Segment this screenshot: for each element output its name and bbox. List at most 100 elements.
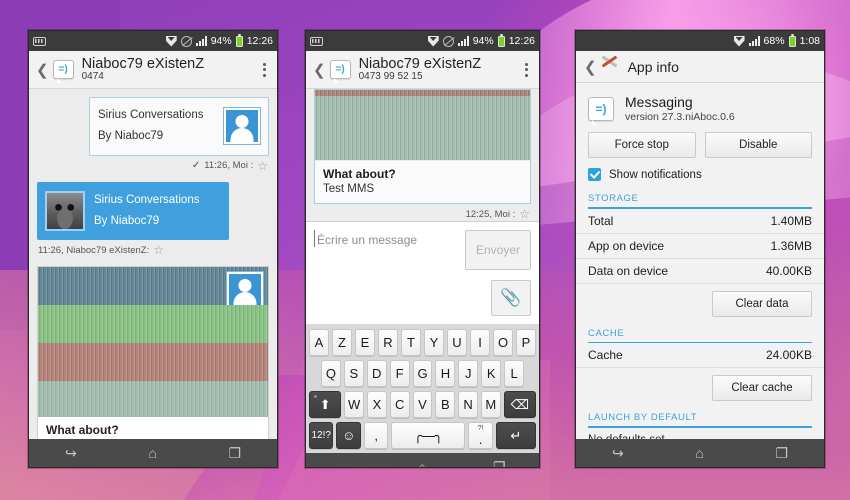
key-g[interactable]: G	[412, 360, 433, 387]
message-thread[interactable]: Sirius Conversations By Niaboc79 ✓ 11:26…	[29, 89, 277, 439]
key-e[interactable]: E	[355, 329, 375, 356]
app-bar: ❮ =) Niaboc79 eXistenZ 0474	[29, 51, 277, 89]
mms-text-card[interactable]: What about? Test MMS	[314, 161, 531, 204]
key-y[interactable]: Y	[424, 329, 444, 356]
show-notifications-row[interactable]: Show notifications	[576, 168, 824, 191]
message-input[interactable]: Écrire un message	[314, 230, 458, 247]
mms-image	[38, 267, 268, 418]
on-screen-keyboard[interactable]: A Z E R T Y U I O P Q S D F G H J K L ⬆	[306, 324, 539, 453]
nav-home-icon[interactable]: ⌂	[695, 445, 703, 461]
nav-recents-icon[interactable]: ❐	[776, 445, 789, 462]
bubble-line-2: By Niaboc79	[98, 130, 164, 143]
page-title: App info	[627, 58, 679, 75]
conversation-number: 0474	[81, 71, 104, 82]
key-a[interactable]: A	[309, 329, 329, 356]
mms-image-card[interactable]: What about?	[37, 266, 269, 439]
app-action-buttons: Force stop Disable	[576, 132, 824, 168]
emoji-icon[interactable]: ☺	[336, 422, 361, 449]
key-i[interactable]: I	[470, 329, 490, 356]
message-composer: Écrire un message Envoyer	[306, 221, 539, 276]
force-stop-button[interactable]: Force stop	[588, 132, 696, 158]
app-header: =) Messaging version 27.3.niAboc.0.6	[576, 83, 824, 132]
app-version: version 27.3.niAboc.0.6	[625, 111, 735, 123]
key-c[interactable]: C	[389, 391, 410, 418]
nav-hide-keyboard-icon[interactable]: ⌄	[339, 459, 351, 468]
overflow-menu-icon[interactable]	[259, 61, 270, 79]
row-label: Cache	[588, 348, 623, 362]
message-timestamp: 12:25, Moi :	[465, 208, 516, 220]
key-f[interactable]: F	[389, 360, 410, 387]
nav-home-icon[interactable]: ⌂	[418, 459, 426, 467]
show-notifications-checkbox[interactable]	[588, 168, 601, 181]
period-label: .	[478, 431, 483, 447]
message-meta: 12:25, Moi : ☆	[306, 204, 539, 221]
mms-title: What about?	[323, 167, 396, 181]
mms-image	[314, 89, 531, 161]
key-k[interactable]: K	[481, 360, 502, 387]
nav-recents-icon[interactable]: ❐	[229, 445, 242, 462]
favorite-star-icon[interactable]: ☆	[153, 243, 164, 257]
nav-home-icon[interactable]: ⌂	[148, 445, 156, 461]
clear-data-button[interactable]: Clear data	[712, 290, 812, 317]
shift-glyph: ⬆	[319, 396, 331, 412]
key-x[interactable]: X	[367, 391, 387, 418]
back-chevron-icon[interactable]: ❮	[584, 58, 597, 76]
row-value: 40.00KB	[765, 263, 812, 278]
key-q[interactable]: Q	[321, 360, 341, 387]
key-d[interactable]: D	[366, 360, 387, 387]
shift-up-icon[interactable]: ⬆	[309, 391, 342, 418]
key-o[interactable]: O	[493, 329, 513, 356]
key-m[interactable]: M	[480, 391, 501, 418]
back-chevron-icon[interactable]: ❮	[36, 61, 49, 79]
nav-back-icon[interactable]: ↩	[65, 445, 77, 462]
key-s[interactable]: S	[343, 360, 364, 387]
key-u[interactable]: U	[447, 329, 467, 356]
overflow-menu-icon[interactable]	[521, 61, 532, 79]
key-comma[interactable]: ,	[363, 422, 389, 449]
key-p[interactable]: P	[516, 329, 536, 356]
conversation-number: 0473 99 52 15	[358, 71, 423, 82]
message-thread[interactable]: What about? Test MMS 12:25, Moi : ☆	[306, 89, 539, 221]
conversation-title: Niaboc79 eXistenZ	[81, 56, 205, 72]
app-info-content[interactable]: =) Messaging version 27.3.niAboc.0.6 For…	[576, 83, 824, 439]
symbols-key[interactable]: 12!?	[309, 422, 334, 449]
favorite-star-icon[interactable]: ☆	[519, 207, 530, 221]
enter-key-icon[interactable]: ↵	[495, 422, 536, 449]
key-t[interactable]: T	[401, 329, 421, 356]
image-band-teal	[315, 96, 530, 160]
nav-recents-icon[interactable]: ❐	[493, 459, 506, 468]
back-chevron-icon[interactable]: ❮	[313, 61, 326, 79]
key-v[interactable]: V	[412, 391, 433, 418]
row-value: 24.00KB	[765, 348, 812, 362]
phone-screenshot-conversation: 94% 12:26 ❮ =) Niaboc79 eXistenZ 0474 Si…	[28, 30, 278, 468]
clear-cache-button[interactable]: Clear cache	[712, 375, 812, 401]
navigation-bar: ⌄ ⌂ ❐	[306, 453, 539, 468]
message-bubble-incoming[interactable]: Sirius Conversations By Niaboc79	[37, 181, 229, 241]
app-bar: ❮ =) Niaboc79 eXistenZ 0473 99 52 15	[306, 51, 539, 89]
key-r[interactable]: R	[378, 329, 398, 356]
space-bar-icon[interactable]: ╭⎯⎯╮	[391, 422, 466, 449]
key-w[interactable]: W	[344, 391, 365, 418]
key-n[interactable]: N	[458, 391, 478, 418]
key-l[interactable]: L	[504, 360, 525, 387]
status-bar: 94% 12:26	[29, 31, 277, 51]
signal-bars-icon	[748, 36, 760, 46]
message-bubble-outgoing[interactable]: Sirius Conversations By Niaboc79	[89, 97, 269, 156]
key-z[interactable]: Z	[332, 329, 352, 356]
app-header-text: Messaging version 27.3.niAboc.0.6	[625, 94, 735, 123]
bubble-line-2: By Niaboc79	[94, 214, 160, 227]
row-value: 1.36MB	[770, 238, 812, 253]
tools-icon	[601, 55, 620, 75]
nav-back-icon[interactable]: ↩	[612, 445, 624, 462]
paperclip-icon[interactable]: 📎	[491, 280, 531, 316]
key-b[interactable]: B	[435, 391, 456, 418]
message-input-wrap[interactable]: Écrire un message	[314, 230, 458, 270]
send-button[interactable]: Envoyer	[465, 230, 531, 270]
key-period[interactable]: ?! .	[468, 422, 493, 449]
key-h[interactable]: H	[435, 360, 456, 387]
disable-button[interactable]: Disable	[704, 132, 812, 158]
backspace-icon[interactable]: ⌫	[503, 391, 536, 418]
key-j[interactable]: J	[458, 360, 479, 387]
keyboard-row-1: A Z E R T Y U I O P	[309, 329, 536, 356]
favorite-star-icon[interactable]: ☆	[257, 159, 268, 173]
